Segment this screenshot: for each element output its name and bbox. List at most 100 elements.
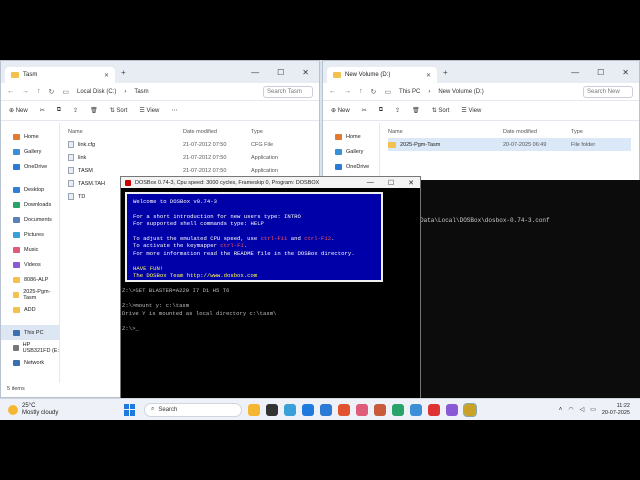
share-icon[interactable]: ⇪ xyxy=(73,107,78,114)
copy-icon[interactable]: ⧉ xyxy=(379,107,383,114)
view-button[interactable]: ☰ View xyxy=(461,107,481,114)
back-icon[interactable]: ← xyxy=(7,88,14,95)
sidebar-item-label: Downloads xyxy=(24,201,52,208)
maximize-button[interactable]: ☐ xyxy=(388,179,394,187)
back-icon[interactable]: ← xyxy=(329,88,336,95)
minimize-button[interactable]: — xyxy=(251,68,259,77)
taskbar-app-icon[interactable] xyxy=(463,402,477,417)
minimize-button[interactable]: — xyxy=(367,179,374,187)
chevron-up-icon[interactable]: ˄ xyxy=(559,407,563,413)
sidebar-item[interactable]: HP USB321FD (E: xyxy=(1,340,59,355)
sidebar-item[interactable]: Desktop xyxy=(1,182,59,197)
breadcrumb[interactable]: ▭ Local Disk (C:) › Tasm xyxy=(62,88,255,96)
refresh-icon[interactable]: ↻ xyxy=(49,88,55,96)
close-tab-icon[interactable]: ✕ xyxy=(104,72,109,79)
up-icon[interactable]: ↑ xyxy=(37,88,41,95)
sidebar-item[interactable]: Music xyxy=(1,242,59,257)
crumb-local-disk[interactable]: Local Disk (C:) xyxy=(77,89,116,95)
wifi-icon[interactable]: ◠ xyxy=(568,406,573,413)
delete-icon[interactable]: 🗑 xyxy=(412,107,420,114)
tab-tasm[interactable]: Tasm ✕ xyxy=(5,67,115,83)
new-button[interactable]: ⊕ New xyxy=(9,107,28,114)
crumb-tasm[interactable]: Tasm xyxy=(134,89,148,95)
column-name[interactable]: Name xyxy=(388,129,503,135)
taskbar-app-icon[interactable] xyxy=(356,403,368,416)
column-type[interactable]: Type xyxy=(251,129,311,135)
taskbar-app-icon[interactable] xyxy=(446,403,458,416)
dosbox-window[interactable]: DOSBox 0.74-3, Cpu speed: 3000 cycles, F… xyxy=(120,176,421,420)
sidebar-item[interactable]: Network xyxy=(1,355,59,370)
clock[interactable]: 11:22 20-07-2025 xyxy=(602,403,630,417)
sidebar-item[interactable]: Pictures xyxy=(1,227,59,242)
breadcrumb[interactable]: ▭ This PC › New Volume (D:) xyxy=(384,88,575,96)
sidebar-item[interactable]: 8086-ALP xyxy=(1,272,59,287)
crumb-this-pc[interactable]: This PC xyxy=(399,89,420,95)
console-window[interactable]: Data\Local\DOSBox\dosbox-0.74-3.conf xyxy=(420,180,640,398)
sidebar-item[interactable]: OneDrive xyxy=(323,159,379,174)
column-name[interactable]: Name xyxy=(68,129,183,135)
column-type[interactable]: Type xyxy=(571,129,631,135)
taskbar-app-icon[interactable] xyxy=(302,403,314,416)
minimize-button[interactable]: — xyxy=(571,68,579,77)
file-row[interactable]: link.cfg 21-07-2012 07:50 CFG File xyxy=(68,138,311,151)
tab-new-volume[interactable]: New Volume (D:) ✕ xyxy=(327,67,437,83)
more-icon[interactable]: ⋯ xyxy=(171,107,177,114)
sidebar-item[interactable]: 2025-Pgm-Tasm xyxy=(1,287,59,302)
search-input[interactable]: Search Tasm xyxy=(263,85,313,98)
sort-button[interactable]: ⇅ Sort xyxy=(110,107,128,114)
close-button[interactable]: ✕ xyxy=(302,68,309,77)
taskbar-app-icon[interactable] xyxy=(284,403,296,416)
column-date[interactable]: Date modified xyxy=(503,129,571,135)
crumb-new-volume[interactable]: New Volume (D:) xyxy=(438,89,483,95)
delete-icon[interactable]: 🗑 xyxy=(90,107,98,114)
cut-icon[interactable]: ✂ xyxy=(40,107,45,114)
sidebar-item[interactable]: OneDrive xyxy=(1,159,59,174)
search-input[interactable]: Search New xyxy=(583,85,633,98)
taskbar-app-icon[interactable] xyxy=(320,403,332,416)
sidebar-item[interactable]: This PC xyxy=(1,325,59,340)
taskbar-app-icon[interactable] xyxy=(338,403,350,416)
forward-icon[interactable]: → xyxy=(344,88,351,95)
sidebar-item[interactable]: Videos xyxy=(1,257,59,272)
taskbar-app-icon[interactable] xyxy=(266,403,278,416)
taskbar-app-icon[interactable] xyxy=(428,403,440,416)
sort-button[interactable]: ⇅ Sort xyxy=(432,107,450,114)
taskbar-app-icon[interactable] xyxy=(392,403,404,416)
file-row[interactable]: link 21-07-2012 07:50 Application xyxy=(68,151,311,164)
volume-icon[interactable]: ◁ xyxy=(580,406,585,413)
sidebar-item[interactable]: Home xyxy=(1,129,59,144)
folder-icon xyxy=(11,72,19,78)
sidebar-item[interactable]: Gallery xyxy=(1,144,59,159)
dosbox-title-bar[interactable]: DOSBox 0.74-3, Cpu speed: 3000 cycles, F… xyxy=(121,177,420,188)
taskbar-search[interactable]: ⌕ Search xyxy=(144,402,242,417)
maximize-button[interactable]: ☐ xyxy=(277,68,284,77)
folder-icon xyxy=(13,344,19,351)
close-button[interactable]: ✕ xyxy=(408,179,414,187)
taskbar-app-icon[interactable] xyxy=(248,403,260,416)
windows-start-icon[interactable] xyxy=(124,403,136,416)
share-icon[interactable]: ⇪ xyxy=(395,107,400,114)
close-button[interactable]: ✕ xyxy=(622,68,629,77)
cut-icon[interactable]: ✂ xyxy=(362,107,367,114)
new-tab-button[interactable]: + xyxy=(443,68,448,77)
weather-widget[interactable]: 25°C Mostly cloudy xyxy=(0,403,110,417)
sidebar-item[interactable]: Downloads xyxy=(1,197,59,212)
close-tab-icon[interactable]: ✕ xyxy=(426,72,431,79)
battery-icon[interactable]: ▭ xyxy=(590,406,596,413)
maximize-button[interactable]: ☐ xyxy=(597,68,604,77)
sidebar-item[interactable]: Home xyxy=(323,129,379,144)
taskbar-app-icon[interactable] xyxy=(374,403,386,416)
sidebar-item[interactable]: Documents xyxy=(1,212,59,227)
new-button[interactable]: ⊕ New xyxy=(331,107,350,114)
copy-icon[interactable]: ⧉ xyxy=(57,107,61,114)
refresh-icon[interactable]: ↻ xyxy=(371,88,377,96)
taskbar-app-icon[interactable] xyxy=(410,403,422,416)
view-button[interactable]: ☰ View xyxy=(139,107,159,114)
sidebar-item[interactable]: ADD xyxy=(1,302,59,317)
sidebar-item[interactable]: Gallery xyxy=(323,144,379,159)
new-tab-button[interactable]: + xyxy=(121,68,126,77)
file-row[interactable]: 2025-Pgm-Tasm 20-07-2025 06:49 File folder xyxy=(388,138,631,151)
forward-icon[interactable]: → xyxy=(22,88,29,95)
column-date[interactable]: Date modified xyxy=(183,129,251,135)
up-icon[interactable]: ↑ xyxy=(359,88,363,95)
